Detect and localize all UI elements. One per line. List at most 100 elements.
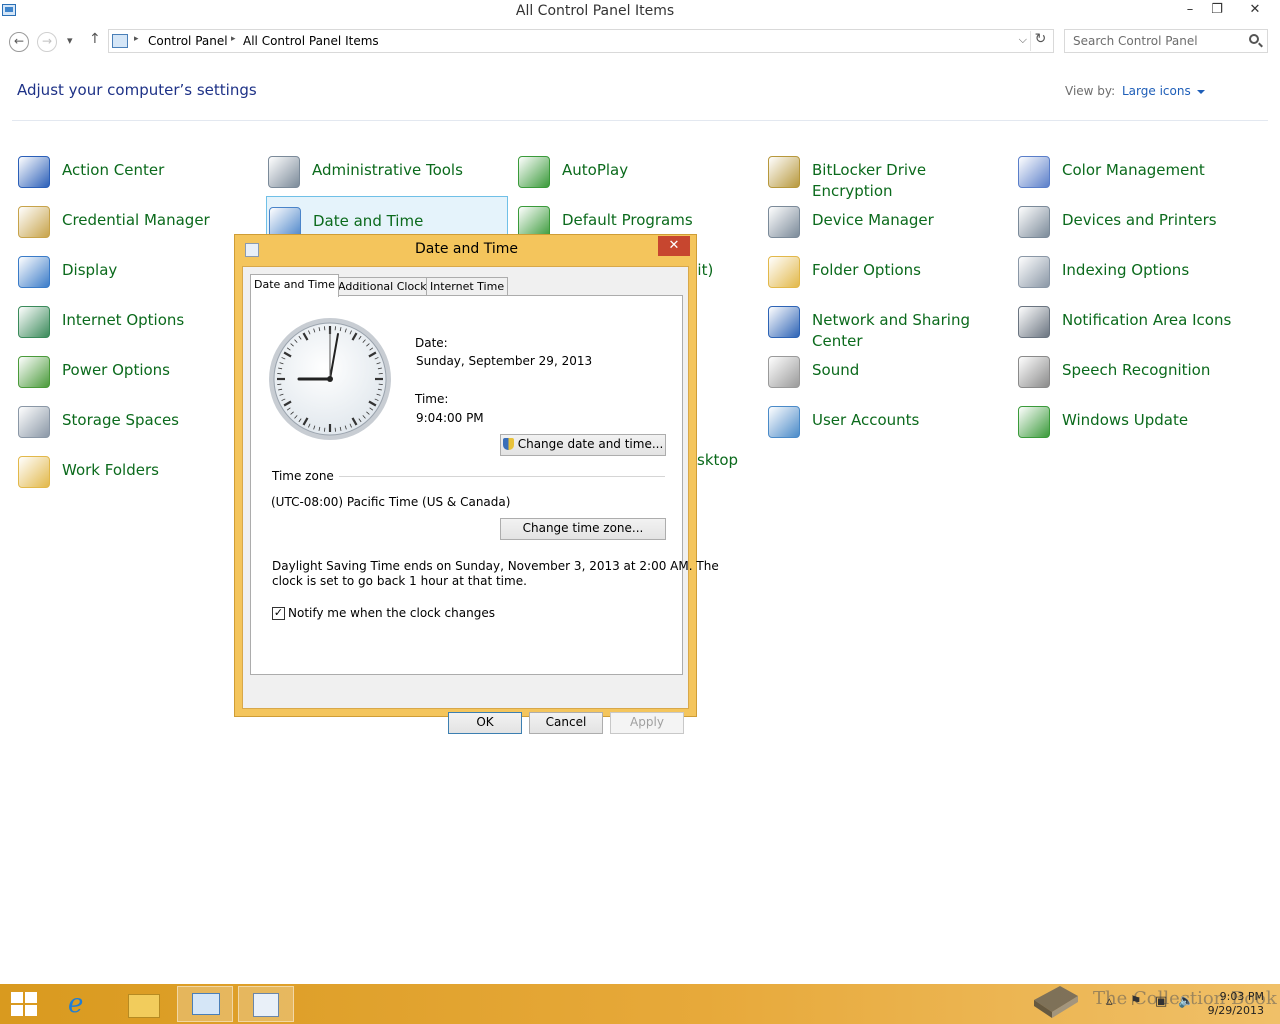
display-icon xyxy=(18,256,50,288)
control-panel-item[interactable]: Devices and Printers xyxy=(1016,196,1258,244)
dst-text-line-2: clock is set to go back 1 hour at that t… xyxy=(272,574,527,588)
control-panel-item-label: Notification Area Icons xyxy=(1062,311,1232,329)
control-panel-item[interactable]: BitLocker Drive Encryption xyxy=(766,146,1008,200)
control-panel-item[interactable]: Power Options xyxy=(16,346,258,394)
breadcrumb-control-panel[interactable]: Control Panel xyxy=(148,34,228,48)
cancel-button[interactable]: Cancel xyxy=(529,712,603,734)
window-title: All Control Panel Items xyxy=(515,3,675,19)
control-panel-item[interactable]: User Accounts xyxy=(766,396,1008,444)
page-title: Adjust your computer’s settings xyxy=(17,81,257,99)
control-panel-item[interactable]: Display xyxy=(16,246,258,294)
address-bar[interactable]: ▸ Control Panel ▸ All Control Panel Item… xyxy=(108,29,1054,53)
time-zone-heading: Time zone xyxy=(272,469,334,483)
show-hidden-icons-icon[interactable]: ▵ xyxy=(1106,994,1113,1009)
taskbar-time: 9:03 PM xyxy=(1219,990,1264,1003)
change-time-zone-button[interactable]: Change time zone... xyxy=(500,518,666,540)
control-panel-item[interactable]: Storage Spaces xyxy=(16,396,258,444)
control-panel-item-label: Storage Spaces xyxy=(62,411,179,429)
restore-button[interactable]: ❐ xyxy=(1203,0,1231,22)
start-button[interactable] xyxy=(11,992,37,1016)
partial-item-label[interactable]: sktop xyxy=(697,451,738,469)
control-panel-item[interactable]: Sound xyxy=(766,346,1008,394)
tab-additional-clocks[interactable]: Additional Clocks xyxy=(334,277,437,296)
control-panel-item-label: Devices and Printers xyxy=(1062,211,1217,229)
bitlocker-icon xyxy=(768,156,800,188)
refresh-icon[interactable]: ↻ xyxy=(1030,31,1050,51)
control-panel-item[interactable]: Color Management xyxy=(1016,146,1258,194)
divider xyxy=(12,120,1268,121)
network-icon[interactable]: ▣ xyxy=(1155,994,1167,1009)
ok-button[interactable]: OK xyxy=(448,712,522,734)
change-date-time-label: Change date and time... xyxy=(517,437,664,451)
control-panel-item[interactable]: AutoPlay xyxy=(516,146,758,194)
control-panel-item[interactable]: Device Manager xyxy=(766,196,1008,244)
forward-button[interactable]: → xyxy=(37,32,57,52)
date-time-dialog: Date and Time ✕ Date and Time Additional… xyxy=(234,234,719,734)
admin-tools-icon xyxy=(268,156,300,188)
control-panel-icon xyxy=(112,34,128,48)
device-manager-icon xyxy=(768,206,800,238)
close-button[interactable]: ✕ xyxy=(1241,0,1269,22)
up-button[interactable]: ↑ xyxy=(89,31,101,47)
control-panel-item-label: Speech Recognition xyxy=(1062,361,1211,379)
indexing-options-icon xyxy=(1018,256,1050,288)
autoplay-icon xyxy=(518,156,550,188)
recent-locations-button[interactable]: ▾ xyxy=(67,34,73,47)
control-panel-item[interactable]: Work Folders xyxy=(16,446,258,494)
time-label: Time: xyxy=(415,392,449,406)
control-panel-item-label: User Accounts xyxy=(812,411,920,429)
tab-internet-time[interactable]: Internet Time xyxy=(426,277,509,296)
control-panel-item-label: AutoPlay xyxy=(562,161,629,179)
chevron-down-icon[interactable]: ⌵ xyxy=(1019,33,1027,47)
control-panel-item[interactable]: Credential Manager xyxy=(16,196,258,244)
sound-icon xyxy=(768,356,800,388)
control-panel-item[interactable]: Notification Area Icons xyxy=(1016,296,1258,344)
control-panel-item[interactable]: Internet Options xyxy=(16,296,258,344)
folder-shape xyxy=(128,994,160,1018)
search-icon[interactable] xyxy=(1249,34,1259,44)
volume-icon[interactable]: 🔈 xyxy=(1178,994,1194,1009)
control-panel-item-label: Windows Update xyxy=(1062,411,1189,429)
control-panel-taskbar-icon[interactable] xyxy=(177,986,233,1022)
tab-date-and-time[interactable]: Date and Time xyxy=(250,274,339,297)
user-accounts-icon xyxy=(768,406,800,438)
control-panel-item[interactable]: Network and Sharing Center xyxy=(766,296,1008,350)
change-date-time-button[interactable]: Change date and time... xyxy=(500,434,666,456)
internet-explorer-icon[interactable]: e xyxy=(54,986,110,1022)
breadcrumb-all-items[interactable]: All Control Panel Items xyxy=(243,34,379,48)
control-panel-item-label: Color Management xyxy=(1062,161,1205,179)
internet-options-icon xyxy=(18,306,50,338)
notify-label[interactable]: Notify me when the clock changes xyxy=(288,606,495,620)
back-button[interactable]: ← xyxy=(9,32,29,52)
search-input[interactable] xyxy=(1065,30,1245,52)
chevron-right-icon[interactable]: ▸ xyxy=(231,34,236,44)
view-by-dropdown[interactable]: Large icons xyxy=(1122,84,1205,98)
taskbar: e The Collection Book ▵ ⚑ ▣ 🔈 9:03 PM 9/… xyxy=(0,984,1280,1024)
window-titlebar: All Control Panel Items – ❐ ✕ xyxy=(0,0,1280,24)
notify-checkbox[interactable]: ✓ xyxy=(272,607,285,620)
dialog-close-button[interactable]: ✕ xyxy=(658,236,690,256)
analog-clock-icon xyxy=(269,318,391,440)
minimize-button[interactable]: – xyxy=(1176,0,1204,22)
folder-options-icon xyxy=(768,256,800,288)
chevron-right-icon[interactable]: ▸ xyxy=(134,34,139,44)
control-panel-item[interactable]: Folder Options xyxy=(766,246,1008,294)
control-panel-item[interactable]: Administrative Tools xyxy=(266,146,508,194)
date-label: Date: xyxy=(415,336,448,350)
time-zone-value: (UTC-08:00) Pacific Time (US & Canada) xyxy=(271,495,511,509)
control-panel-item-label: Device Manager xyxy=(812,211,934,229)
file-explorer-icon[interactable] xyxy=(116,986,172,1022)
printer-icon xyxy=(1018,206,1050,238)
control-panel-item[interactable]: Speech Recognition xyxy=(1016,346,1258,394)
time-value: 9:04:00 PM xyxy=(416,411,484,425)
control-panel-item[interactable]: Windows Update xyxy=(1016,396,1258,444)
control-panel-item-label: Folder Options xyxy=(812,261,921,279)
control-panel-item[interactable]: Action Center xyxy=(16,146,258,194)
control-panel-item-label: Sound xyxy=(812,361,860,379)
taskbar-clock[interactable]: 9:03 PM 9/29/2013 xyxy=(1208,990,1264,1018)
date-time-taskbar-icon[interactable] xyxy=(238,986,294,1022)
control-panel-item[interactable]: Indexing Options xyxy=(1016,246,1258,294)
action-center-flag-icon[interactable]: ⚑ xyxy=(1130,994,1142,1009)
flag-icon xyxy=(18,156,50,188)
apply-button[interactable]: Apply xyxy=(610,712,684,734)
